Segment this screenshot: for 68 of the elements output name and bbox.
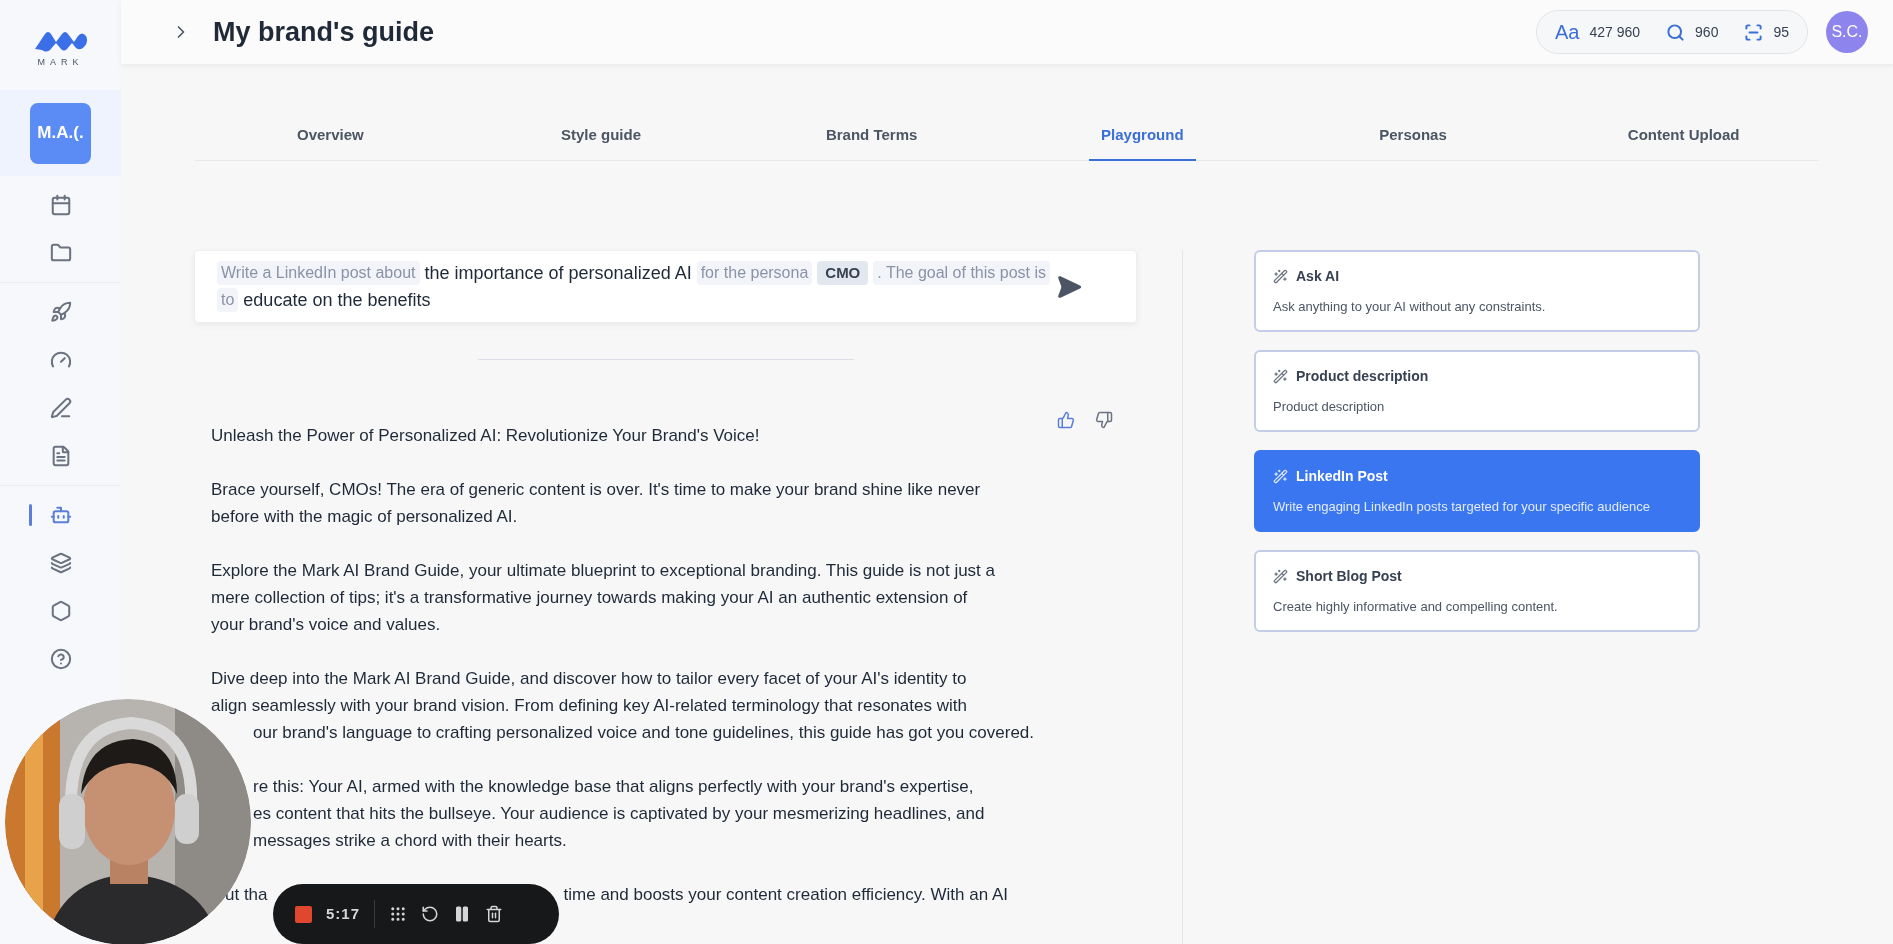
grid-icon[interactable] [389,905,408,923]
response-text: time and boosts your content creation efficiency. With an AI [563,884,1008,906]
search-icon [1666,22,1686,42]
thumbs-down-icon[interactable] [1095,410,1113,430]
help-icon[interactable] [49,648,72,670]
card-title: Product description [1296,366,1429,386]
response-text: Explore the Mark AI Brand Guide, your ultimate blueprint to exceptional branding. This guide is not just a [211,560,996,582]
prompt-value[interactable]: educate on the benefits [243,288,431,312]
scans-count: 95 [1773,22,1789,42]
magic-wand-icon [1273,268,1288,284]
prompt-value[interactable]: the importance of personalized AI [424,261,692,285]
send-icon[interactable] [1056,273,1082,300]
magic-wand-icon [1273,468,1288,484]
restart-icon[interactable] [421,905,440,923]
robot-icon[interactable] [49,504,72,526]
card-description: Create highly informative and compelling content. [1273,597,1559,616]
card-description: Ask anything to your AI without any constraints. [1273,297,1547,316]
tab[interactable]: Brand Terms [813,111,930,161]
prompt-box[interactable]: Write a LinkedIn post about the importance of personalized AI for the persona CMO . The goal of this post is to educate on the benefits [194,250,1137,323]
response-text: Unleash the Power of Personalized AI: Revolutionize Your Brand's Voice! [211,425,760,447]
response-text: mere collection of tips; it's a transformative journey towards making your AI an authentic extension of [211,587,968,609]
persona-tag[interactable]: CMO [817,261,869,285]
active-indicator [29,504,32,526]
tab[interactable]: Content Upload [1615,111,1752,161]
font-label: Aa [1555,20,1580,45]
folder-icon[interactable] [49,242,72,264]
card-title: Short Blog Post [1296,566,1402,586]
response-text: Dive deep into the Mark AI Brand Guide, and discover how to tailor every facet of your AI's identity to [211,668,967,690]
rocket-icon[interactable] [49,301,72,323]
template-text: Write a LinkedIn post about [217,261,420,285]
template-text: . The goal of this post is [873,261,1050,285]
pencil-icon[interactable] [49,397,72,419]
template-card[interactable]: Ask AI Ask anything to your AI without any constraints. [1254,250,1700,332]
tab[interactable]: Overview [284,111,376,161]
tab[interactable]: Playground [1089,111,1196,161]
logo-text: MARK [37,56,84,70]
template-text: to [217,288,239,312]
response-text: our brand's language to crafting personalized voice and tone guidelines, this guide has got you covered. [253,722,1035,744]
layers-icon[interactable] [49,552,72,574]
magic-wand-icon [1273,568,1288,584]
words-count: 427 960 [1589,22,1641,42]
trash-icon[interactable] [485,905,504,923]
response-text: align seamlessly with your brand vision. From defining key AI-related terminology that resonates with [211,695,967,717]
recording-time: 5:17 [326,903,361,924]
template-card[interactable]: Short Blog Post Create highly informative and compelling content. [1254,550,1700,632]
scan-icon [1744,22,1764,42]
page-title: My brand's guide [213,15,434,49]
card-description: Write engaging LinkedIn posts targeted for your specific audience [1273,497,1651,516]
template-text: for the persona [696,261,813,285]
thumbs-up-icon[interactable] [1057,410,1075,430]
template-card[interactable]: LinkedIn Post Write engaging LinkedIn posts targeted for your specific audience [1254,450,1700,532]
card-title: Ask AI [1296,266,1340,286]
response-text: Brace yourself, CMOs! The era of generic content is over. It's time to make your brand shine like never [211,479,981,501]
response-text: your brand's voice and values. [211,614,441,636]
magic-wand-icon [1273,368,1288,384]
response-text: re this: Your AI, armed with the knowledge base that aligns perfectly with your brand's expertise, [253,776,974,798]
hexagon-icon[interactable] [49,600,72,622]
searches-count: 960 [1695,22,1719,42]
tab[interactable]: Personas [1367,111,1459,161]
response-text: es content that hits the bullseye. Your audience is captivated by your mesmerizing headlines, and [253,803,985,825]
calendar-icon[interactable] [49,194,72,216]
response-text: messages strike a chord with their hearts. [253,830,567,852]
card-description: Product description [1273,397,1386,416]
stop-recording-icon[interactable] [295,905,312,923]
card-title: LinkedIn Post [1296,466,1388,486]
tab[interactable]: Style guide [548,111,653,161]
response-text: before with the magic of personalized AI. [211,506,518,528]
template-card[interactable]: Product description Product description [1254,350,1700,432]
